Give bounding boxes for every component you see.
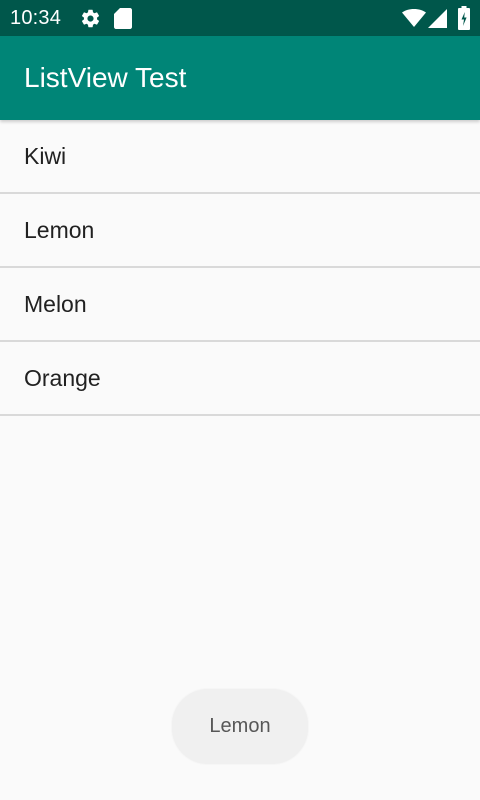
cell-signal-icon — [428, 9, 447, 28]
list-item[interactable]: Lemon — [0, 194, 480, 268]
battery-icon — [458, 6, 470, 30]
list-item-label: Kiwi — [24, 143, 67, 169]
sd-card-icon — [114, 8, 132, 29]
status-bar: 10:34 — [0, 0, 480, 36]
list-item[interactable]: Melon — [0, 268, 480, 342]
status-time: 10:34 — [10, 7, 62, 29]
wifi-icon — [402, 9, 426, 27]
screen: 10:34 ListView Test Kiwi Lemon Melon Ora… — [0, 0, 480, 800]
app-title: ListView Test — [24, 62, 187, 93]
fruit-list: Kiwi Lemon Melon Orange — [0, 120, 480, 416]
settings-icon — [81, 9, 100, 28]
list-item-label: Lemon — [24, 217, 95, 243]
list-item[interactable]: Kiwi — [0, 120, 480, 194]
list-item-label: Melon — [24, 291, 87, 317]
app-bar: ListView Test — [0, 36, 480, 120]
list-item-label: Orange — [24, 365, 101, 391]
list-item[interactable]: Orange — [0, 342, 480, 416]
toast: Lemon — [172, 689, 308, 764]
toast-text: Lemon — [209, 715, 271, 737]
